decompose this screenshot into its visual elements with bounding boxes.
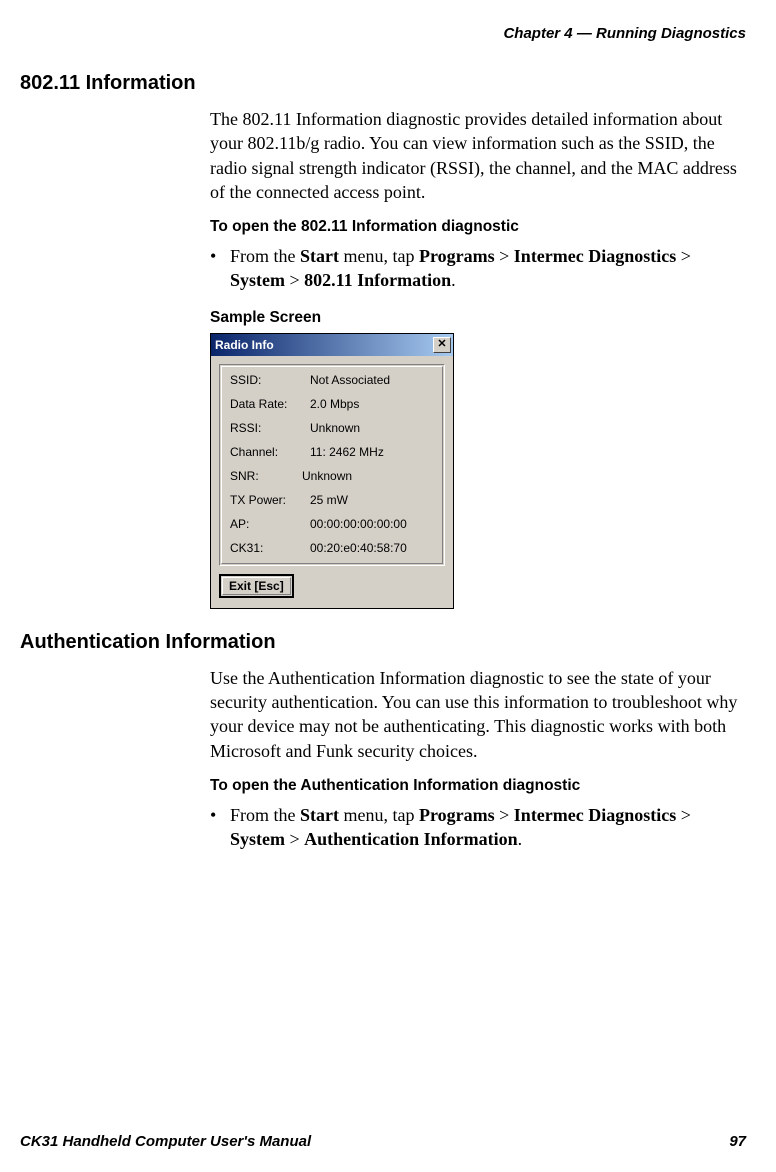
- step-2-text: From the Start menu, tap Programs > Inte…: [230, 803, 746, 852]
- text: menu, tap: [339, 246, 419, 266]
- step-1: • From the Start menu, tap Programs > In…: [210, 244, 746, 293]
- bold: System: [230, 270, 285, 290]
- page-header: Chapter 4 — Running Diagnostics: [20, 25, 746, 42]
- value: 25 mW: [310, 493, 348, 507]
- close-icon: ✕: [437, 339, 446, 350]
- value: 2.0 Mbps: [310, 397, 359, 411]
- value: 11: 2462 MHz: [310, 445, 384, 459]
- row-rssi: RSSI:Unknown: [230, 421, 434, 435]
- row-ssid: SSID:Not Associated: [230, 373, 434, 387]
- howto-heading-2: To open the Authentication Information d…: [210, 777, 746, 795]
- sample-screen-heading: Sample Screen: [210, 309, 746, 327]
- button-bar: Exit [Esc]: [211, 574, 453, 608]
- text: .: [518, 829, 523, 849]
- label: TX Power:: [230, 493, 310, 507]
- label: RSSI:: [230, 421, 310, 435]
- value: Not Associated: [310, 373, 390, 387]
- bold: System: [230, 829, 285, 849]
- row-ap: AP:00:00:00:00:00:00: [230, 517, 434, 531]
- row-snr: SNR:Unknown: [230, 469, 434, 483]
- label: SNR:: [230, 469, 302, 483]
- value: Unknown: [302, 469, 352, 483]
- step-2: • From the Start menu, tap Programs > In…: [210, 803, 746, 852]
- section-title-auth: Authentication Information: [20, 631, 746, 654]
- close-button[interactable]: ✕: [433, 337, 451, 353]
- text: From the: [230, 246, 300, 266]
- text: >: [676, 246, 691, 266]
- label: Channel:: [230, 445, 310, 459]
- text: >: [495, 246, 514, 266]
- info-panel-inner: SSID:Not Associated Data Rate:2.0 Mbps R…: [221, 366, 443, 564]
- text: .: [451, 270, 456, 290]
- value: Unknown: [310, 421, 360, 435]
- bold: 802.11 Information: [304, 270, 451, 290]
- row-txpower: TX Power:25 mW: [230, 493, 434, 507]
- label: AP:: [230, 517, 310, 531]
- row-datarate: Data Rate:2.0 Mbps: [230, 397, 434, 411]
- bold: Programs: [419, 246, 495, 266]
- section1-paragraph: The 802.11 Information diagnostic provid…: [210, 107, 746, 204]
- bold: Programs: [419, 805, 495, 825]
- value: 00:00:00:00:00:00: [310, 517, 407, 531]
- label: SSID:: [230, 373, 310, 387]
- text: >: [676, 805, 691, 825]
- info-panel: SSID:Not Associated Data Rate:2.0 Mbps R…: [219, 364, 445, 566]
- footer-page-number: 97: [729, 1133, 746, 1150]
- bold: Intermec Diagnostics: [514, 246, 676, 266]
- text: >: [495, 805, 514, 825]
- step-1-text: From the Start menu, tap Programs > Inte…: [230, 244, 746, 293]
- bold: Start: [300, 805, 339, 825]
- row-ck31: CK31:00:20:e0:40:58:70: [230, 541, 434, 555]
- text: >: [285, 270, 304, 290]
- row-channel: Channel:11: 2462 MHz: [230, 445, 434, 459]
- section-title-80211: 802.11 Information: [20, 72, 746, 95]
- text: menu, tap: [339, 805, 419, 825]
- label: Data Rate:: [230, 397, 310, 411]
- text: >: [285, 829, 304, 849]
- label: CK31:: [230, 541, 310, 555]
- howto-heading-1: To open the 802.11 Information diagnosti…: [210, 218, 746, 236]
- bold: Start: [300, 246, 339, 266]
- bold: Authentication Information: [304, 829, 518, 849]
- page-footer: CK31 Handheld Computer User's Manual 97: [20, 1133, 746, 1150]
- section2-paragraph: Use the Authentication Information diagn…: [210, 666, 746, 763]
- bullet-icon: •: [210, 803, 230, 852]
- footer-manual-title: CK31 Handheld Computer User's Manual: [20, 1133, 311, 1150]
- text: From the: [230, 805, 300, 825]
- radio-info-window: Radio Info ✕ SSID:Not Associated Data Ra…: [210, 333, 454, 609]
- value: 00:20:e0:40:58:70: [310, 541, 407, 555]
- window-title: Radio Info: [215, 338, 274, 352]
- bold: Intermec Diagnostics: [514, 805, 676, 825]
- titlebar: Radio Info ✕: [211, 334, 453, 356]
- exit-button[interactable]: Exit [Esc]: [219, 574, 294, 598]
- exit-button-label: Exit [Esc]: [222, 577, 291, 595]
- bullet-icon: •: [210, 244, 230, 293]
